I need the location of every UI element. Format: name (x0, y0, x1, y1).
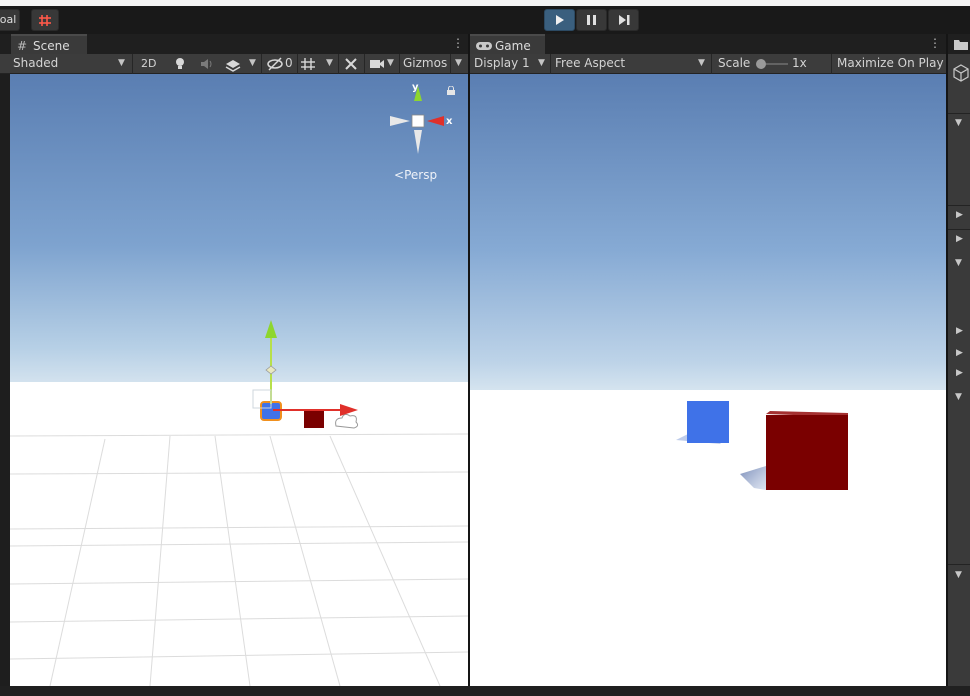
foldout-closed-icon[interactable]: ▶ (956, 234, 963, 244)
tab-game[interactable]: Game (470, 34, 545, 54)
grid-icon: # (17, 39, 28, 53)
grid-chevron-down-icon[interactable]: ▼ (326, 58, 333, 68)
camera-toggle[interactable] (369, 56, 385, 72)
tools-toggle[interactable] (343, 56, 359, 72)
foldout-closed-icon[interactable]: ▶ (956, 368, 963, 378)
divider (450, 54, 451, 74)
axis-x-label: x (446, 116, 453, 127)
collab-icon (39, 15, 51, 26)
aspect-chevron-down-icon: ▼ (698, 58, 705, 68)
persp-label: Persp (404, 168, 438, 182)
divider (297, 54, 298, 74)
scene-tab-row: # Scene ⋮ (0, 34, 469, 54)
scale-slider[interactable] (754, 57, 790, 71)
lighting-toggle[interactable] (172, 56, 188, 72)
gizmos-button[interactable]: Gizmos (403, 54, 447, 73)
visibility-toggle[interactable] (266, 56, 284, 72)
tools-icon (345, 58, 357, 70)
game-menu-kebab-icon[interactable]: ⋮ (929, 36, 941, 50)
scale-label: Scale (718, 56, 751, 70)
axis-neg-z-cone (414, 130, 422, 154)
divider (399, 54, 400, 74)
collab-button[interactable] (31, 9, 59, 31)
step-button[interactable] (608, 9, 639, 31)
tab-scene-label: Scene (33, 39, 70, 53)
foldout-open-icon[interactable]: ▼ (955, 392, 962, 402)
blue-cube (687, 401, 729, 443)
scale-value: 1x (792, 56, 807, 70)
status-bar (0, 686, 970, 696)
cube-icon (953, 64, 969, 82)
divider (132, 54, 133, 74)
persp-arrow-icon: < (394, 168, 405, 182)
game-toolbar: Display 1 ▼ Free Aspect ▼ Scale 1x Maxim… (470, 54, 946, 74)
play-icon (556, 15, 564, 25)
pause-icon (587, 15, 596, 25)
camera-icon (370, 60, 384, 68)
axis-neg-x-cone (390, 116, 410, 126)
tab-scene[interactable]: # Scene (11, 34, 87, 54)
step-icon (619, 15, 630, 25)
display-dropdown[interactable]: Display 1 (474, 54, 530, 73)
scene-toolbar: Shaded ▼ 2D ▼ 0 ▼ ▼ Gizmos ▼ (0, 54, 469, 74)
lightbulb-icon (176, 58, 184, 69)
foldout-closed-icon[interactable]: ▶ (956, 348, 963, 358)
display-chevron-down-icon: ▼ (538, 58, 545, 68)
effects-chevron-down-icon[interactable]: ▼ (249, 58, 256, 68)
gizmo-center-cube (411, 114, 425, 128)
game-tab-row: Game ⋮ (470, 34, 946, 54)
red-cube[interactable] (304, 410, 324, 428)
foldout-closed-icon[interactable]: ▶ (956, 326, 963, 336)
main-toolbar: oal (0, 6, 970, 34)
scene-ground (10, 382, 468, 686)
game-sky (470, 74, 946, 394)
account-button[interactable]: oal (0, 9, 20, 31)
layers-icon (225, 60, 241, 72)
eye-hidden-icon (267, 57, 283, 71)
shading-mode-dropdown[interactable]: Shaded (13, 54, 58, 73)
speaker-icon (201, 59, 212, 69)
game-viewport[interactable] (470, 74, 946, 686)
red-cube (766, 415, 848, 490)
pause-button[interactable] (576, 9, 607, 31)
foldout-open-icon[interactable]: ▼ (955, 118, 962, 128)
toggle-2d-button[interactable]: 2D (141, 54, 156, 73)
right-panel: ▼ ▶ ▶ ▼ ▶ ▶ ▶ ▼ ▼ (948, 34, 970, 686)
aspect-dropdown[interactable]: Free Aspect (555, 54, 625, 73)
grid-snap-icon (301, 58, 315, 70)
maximize-on-play-toggle[interactable]: Maximize On Play (837, 54, 944, 73)
perspective-toggle[interactable]: <Persp (394, 168, 437, 182)
foldout-open-icon[interactable]: ▼ (955, 570, 962, 580)
lock-icon[interactable] (446, 86, 456, 96)
audio-toggle[interactable] (198, 56, 214, 72)
camera-chevron-down-icon[interactable]: ▼ (387, 58, 394, 68)
divider (550, 54, 551, 74)
folder-icon[interactable] (954, 39, 968, 50)
grid-toggle[interactable] (300, 56, 320, 72)
scene-menu-kebab-icon[interactable]: ⋮ (452, 36, 464, 50)
right-tab-row (948, 34, 970, 54)
foldout-closed-icon[interactable]: ▶ (956, 210, 963, 220)
divider (831, 54, 832, 74)
effects-toggle[interactable] (224, 56, 242, 72)
gizmos-chevron-down-icon[interactable]: ▼ (455, 58, 462, 68)
scene-viewport[interactable]: y x <Persp (10, 74, 468, 686)
foldout-open-icon[interactable]: ▼ (955, 258, 962, 268)
divider (338, 54, 339, 74)
divider (261, 54, 262, 74)
axis-y-label: y (412, 82, 419, 93)
play-button[interactable] (544, 9, 575, 31)
tab-game-label: Game (495, 39, 531, 53)
axis-x-cone (427, 116, 444, 126)
hidden-objects-count: 0 (285, 56, 293, 70)
gamepad-icon (476, 42, 492, 50)
divider (364, 54, 365, 74)
divider (711, 54, 712, 74)
shading-chevron-down-icon: ▼ (118, 58, 125, 68)
